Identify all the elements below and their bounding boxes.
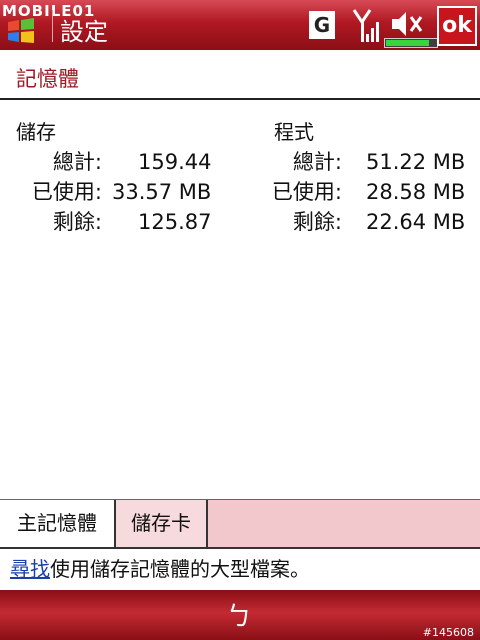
input-panel-icon[interactable]: ㄅ bbox=[226, 596, 252, 633]
tab-bar: 主記憶體 儲存卡 bbox=[0, 499, 480, 549]
image-watermark-number: #145608 bbox=[422, 626, 474, 639]
storage-used-value: 33.57 MB bbox=[112, 180, 212, 204]
g-network-icon[interactable]: G bbox=[309, 11, 335, 39]
program-free-value: 22.64 MB bbox=[366, 210, 466, 234]
app-title: 設定 bbox=[60, 18, 108, 46]
find-note-text: 使用儲存記憶體的大型檔案。 bbox=[50, 557, 310, 581]
program-free-label: 剩餘: bbox=[292, 210, 342, 234]
page-title: 記憶體 bbox=[16, 67, 79, 91]
storage-used-label: 已使用: bbox=[31, 180, 102, 204]
storage-total-label: 總計: bbox=[52, 150, 102, 174]
program-free-row: 剩餘: bbox=[240, 208, 342, 236]
find-large-files-note: 尋找使用儲存記憶體的大型檔案。 bbox=[10, 553, 310, 582]
title-bar: MOBILE01 設定 G ok bbox=[0, 0, 480, 50]
find-link[interactable]: 尋找 bbox=[10, 557, 50, 581]
storage-total-row: 總計: bbox=[0, 148, 102, 176]
storage-used-row: 已使用: bbox=[0, 178, 102, 206]
program-total-label: 總計: bbox=[292, 150, 342, 174]
title-separator bbox=[52, 10, 53, 42]
storage-free-label: 剩餘: bbox=[52, 210, 102, 234]
storage-total-value: 159.44 bbox=[138, 150, 212, 174]
battery-level-fill bbox=[386, 40, 429, 46]
storage-free-value: 125.87 bbox=[138, 210, 212, 234]
program-total-value: 51.22 MB bbox=[366, 150, 466, 174]
bottom-softkey-bar: ㄅ #145608 bbox=[0, 590, 480, 640]
ok-button[interactable]: ok bbox=[437, 6, 477, 46]
tab-storage-card[interactable]: 儲存卡 bbox=[116, 500, 208, 547]
tab-main-memory[interactable]: 主記憶體 bbox=[0, 500, 116, 547]
battery-icon bbox=[384, 38, 438, 48]
signal-strength-icon[interactable] bbox=[352, 8, 382, 44]
storage-section-title: 儲存 bbox=[16, 120, 56, 144]
page-header: 記憶體 bbox=[0, 50, 480, 100]
program-used-label: 已使用: bbox=[271, 180, 342, 204]
program-used-value: 28.58 MB bbox=[366, 180, 466, 204]
storage-free-row: 剩餘: bbox=[0, 208, 102, 236]
program-total-row: 總計: bbox=[240, 148, 342, 176]
volume-muted-icon[interactable] bbox=[390, 10, 424, 38]
program-used-row: 已使用: bbox=[240, 178, 342, 206]
windows-start-icon[interactable] bbox=[6, 18, 36, 44]
program-section-title: 程式 bbox=[274, 120, 314, 144]
